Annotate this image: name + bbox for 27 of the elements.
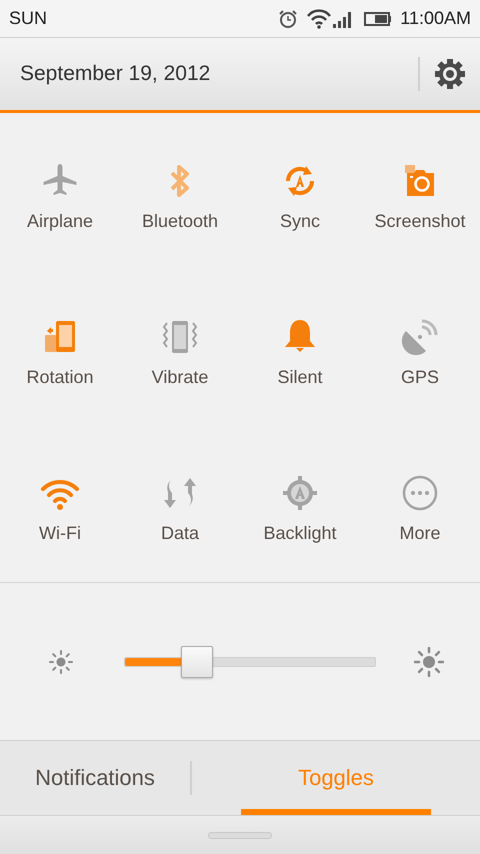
toggle-button[interactable]: Screenshot [360, 113, 480, 269]
more-icon [400, 473, 440, 513]
toggle-button[interactable]: Bluetooth [120, 113, 240, 269]
toggle-button[interactable]: Airplane [0, 113, 120, 269]
toggle-button[interactable]: More [360, 425, 480, 581]
settings-icon [434, 58, 466, 90]
toggle-button[interactable]: Wi-Fi [0, 425, 120, 581]
alarm-clock-icon [278, 8, 298, 28]
slider-thumb[interactable] [181, 646, 214, 678]
toggle-button[interactable]: Backlight [240, 425, 360, 581]
bright-sun-icon [414, 646, 444, 676]
brightness-auto-icon [280, 473, 320, 513]
toggle-button[interactable]: GPS [360, 269, 480, 425]
battery-icon [364, 10, 392, 26]
toggle-button[interactable]: Silent [240, 269, 360, 425]
toggle-button[interactable]: Vibrate [120, 269, 240, 425]
drag-handle[interactable] [208, 832, 272, 838]
toggle-button[interactable]: Rotation [0, 269, 120, 425]
toggle-button[interactable]: Data [120, 425, 240, 581]
clock-time: 11:00AM [400, 8, 471, 29]
date-text: September 19, 2012 [20, 62, 212, 86]
toggle-button[interactable]: Sync [240, 113, 360, 269]
brightness-slider[interactable] [124, 646, 376, 678]
satellite-dish-icon [400, 317, 440, 357]
carrier-name: SUN [9, 8, 48, 29]
tab[interactable]: Notifications [0, 741, 190, 815]
wifi-icon [306, 8, 332, 28]
